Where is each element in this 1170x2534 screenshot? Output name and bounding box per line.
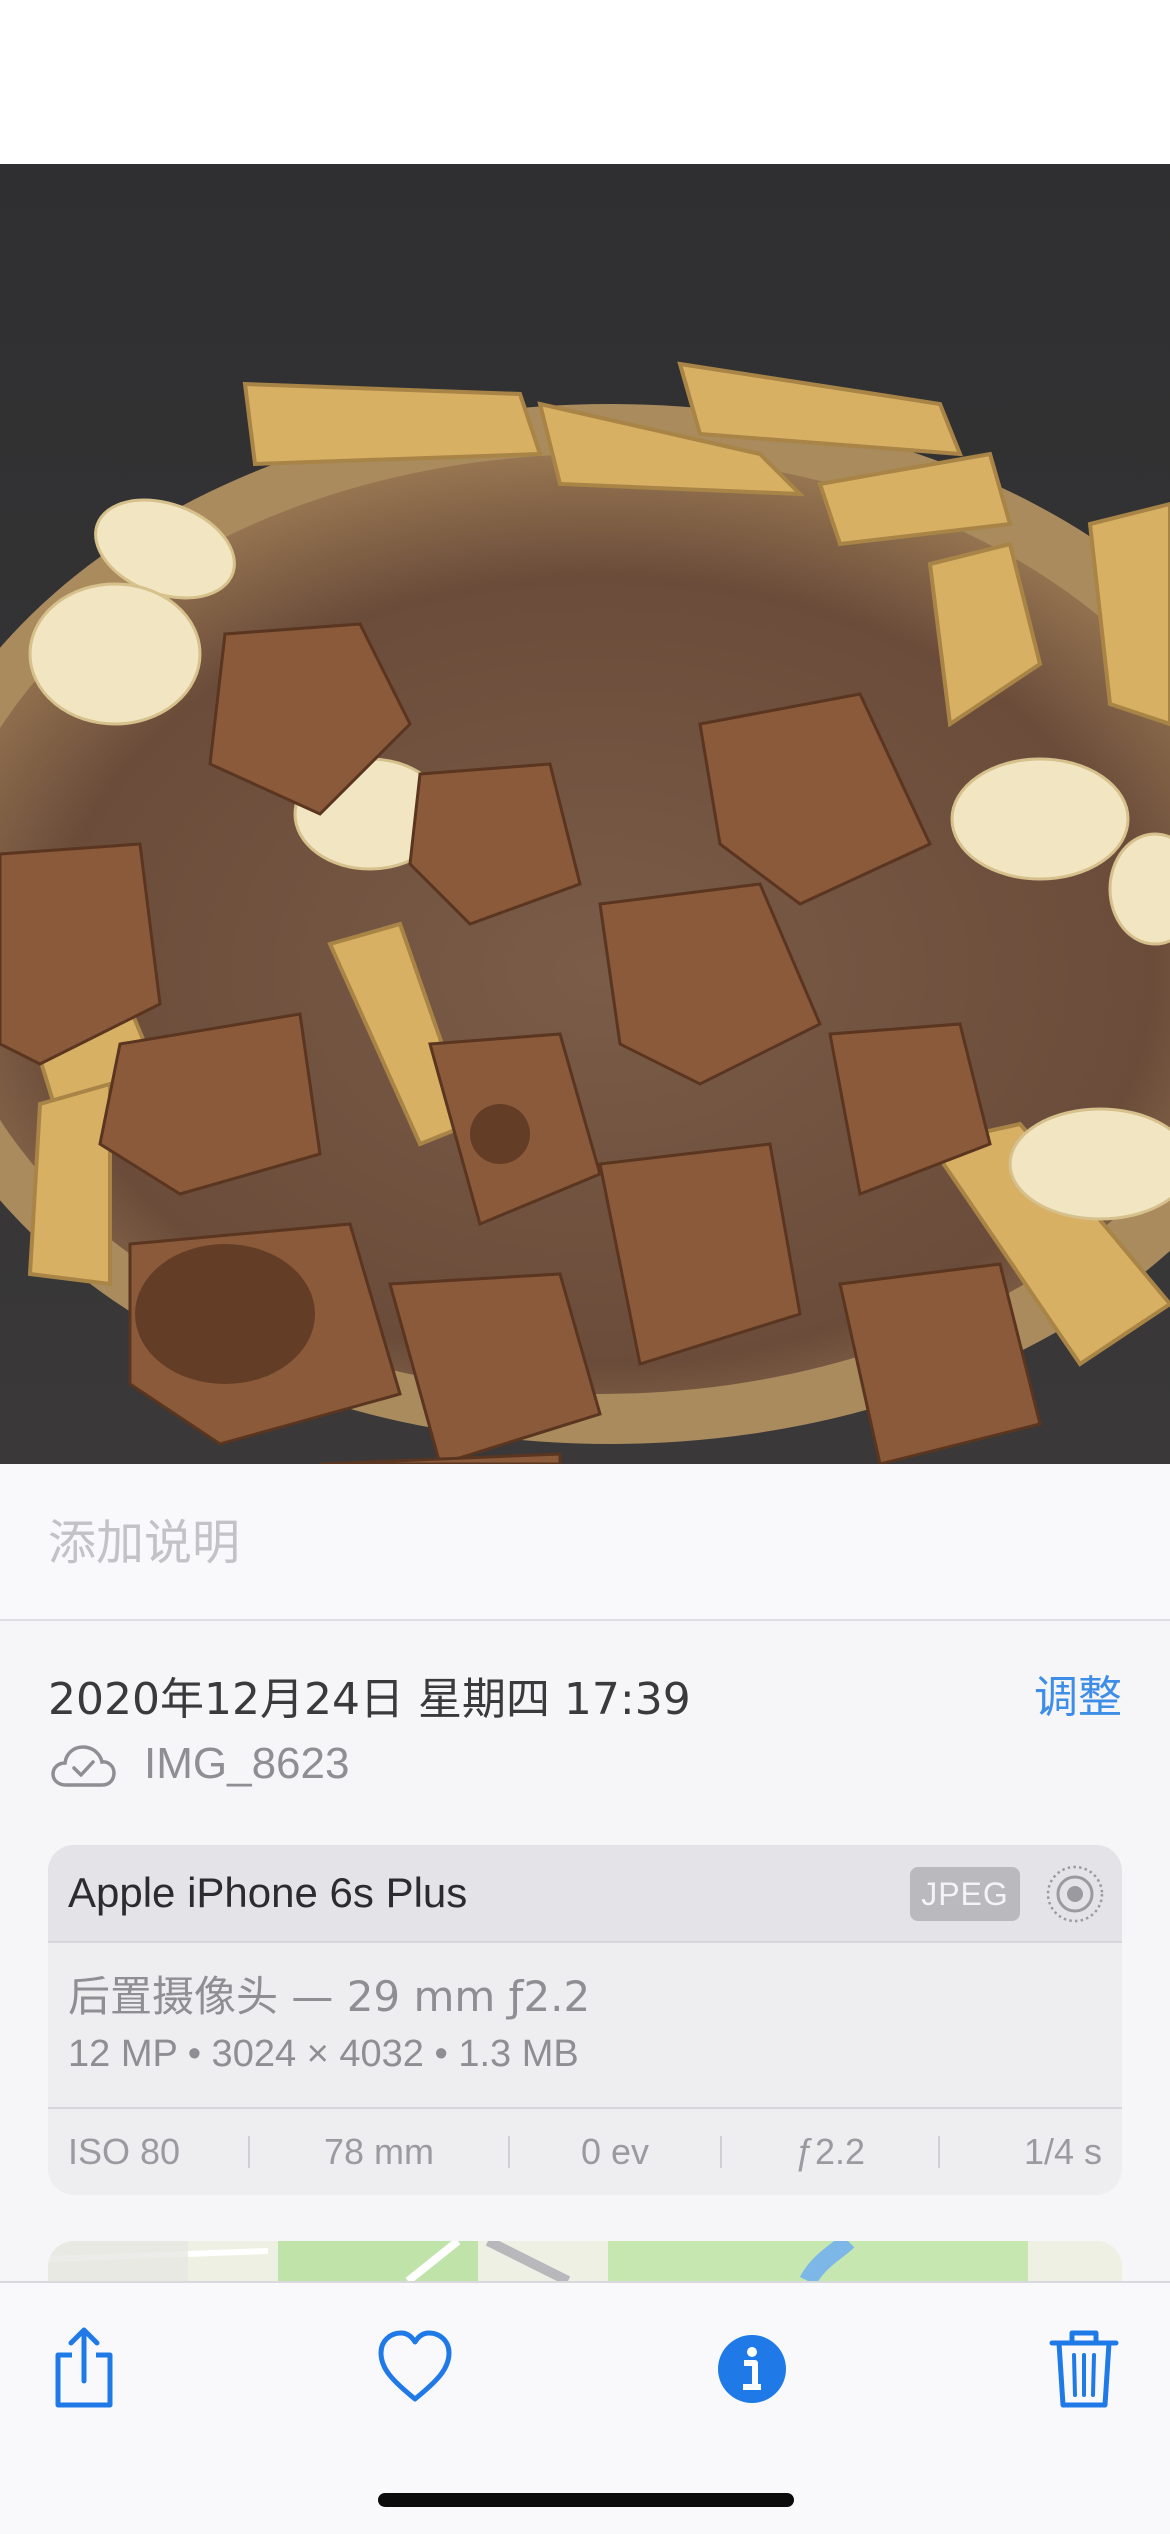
home-indicator[interactable] [378,2493,794,2507]
adjust-button[interactable]: 调整 [1034,1661,1122,1725]
exif-row: ISO 80 78 mm 0 ev ƒ2.2 1/4 s [48,2109,1122,2195]
photo-datetime: 2020年12月24日 星期四 17:39 [48,1674,691,1725]
favorite-button[interactable] [375,2325,455,2409]
info-icon [718,2335,786,2403]
map-preview [48,2241,1122,2281]
device-name: Apple iPhone 6s Plus [68,1869,468,1916]
exif-shutter-speed: 1/4 s [1023,2131,1102,2172]
exif-focal-length: 78 mm [323,2131,435,2172]
caption-input[interactable] [48,1508,1118,1578]
file-name: IMG_8623 [144,1739,350,1788]
info-panel: 2020年12月24日 星期四 17:39 调整 IMG_8623 Apple … [0,1621,1170,2281]
exif-iso: ISO 80 [68,2131,181,2172]
delete-button[interactable] [1044,2325,1124,2409]
camera-info-card: Apple iPhone 6s Plus JPEG 后置摄像头 — 29 mm … [48,1845,1122,2195]
exif-exposure-value: 0 ev [580,2131,650,2172]
live-photo-icon [1046,1865,1104,1923]
share-icon [55,2327,113,2408]
photo-view[interactable] [0,164,1170,1464]
top-bar [0,0,1170,164]
food-photo [0,164,1170,1464]
trash-icon [1049,2330,1119,2408]
format-badge: JPEG [910,1867,1020,1921]
heart-icon [378,2330,452,2402]
lens-info: 后置摄像头 — 29 mm ƒ2.2 [68,1972,591,2021]
caption-section [0,1464,1170,1621]
camera-card-header: Apple iPhone 6s Plus JPEG [48,1845,1122,1943]
cloud-checkmark-icon [51,1745,116,1787]
info-button[interactable] [712,2325,792,2409]
share-button[interactable] [44,2325,124,2409]
image-specs: 12 MP • 3024 × 4032 • 1.3 MB [68,2033,579,2075]
location-map[interactable] [48,2241,1122,2281]
exif-aperture: ƒ2.2 [794,2131,866,2172]
